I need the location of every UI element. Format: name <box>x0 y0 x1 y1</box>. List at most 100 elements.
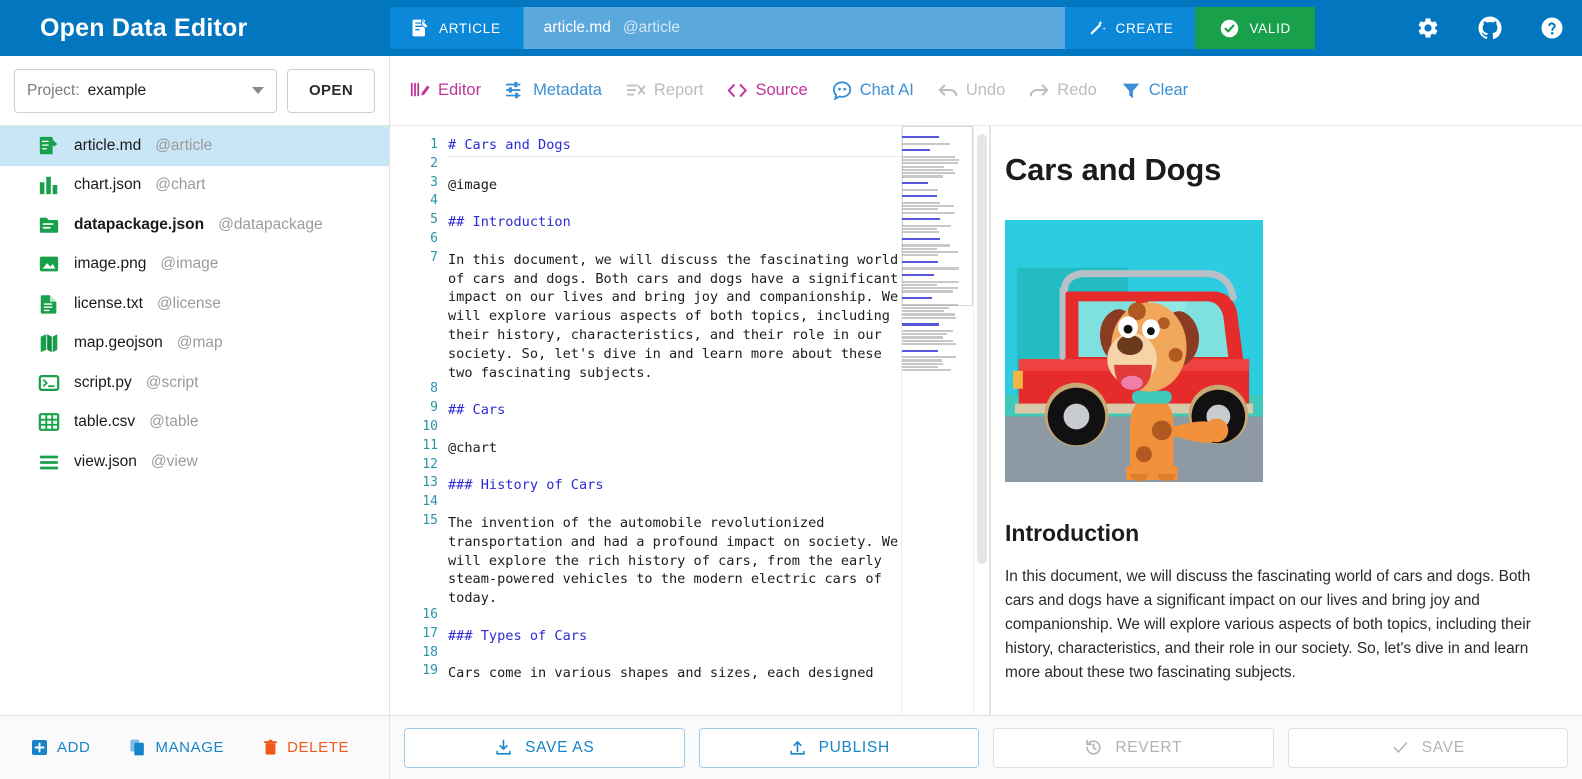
status-badge[interactable]: VALID <box>1195 7 1315 49</box>
file-type-badge[interactable]: ARTICLE <box>390 7 524 49</box>
file-item-ref: @article <box>155 137 212 155</box>
minimap-line <box>902 350 938 352</box>
file-list-item-image-png[interactable]: image.png @image <box>0 245 389 285</box>
file-list-item-datapackage-json[interactable]: datapackage.json @datapackage <box>0 205 389 245</box>
table-file-icon <box>38 411 60 433</box>
minimap-line <box>902 281 959 283</box>
chart-file-icon <box>38 174 60 196</box>
scrollbar-thumb[interactable] <box>977 134 987 564</box>
toolbar-chat-ai-button[interactable]: Chat AI <box>820 71 926 111</box>
editor-toolbar: Editor Metadata Report Source Chat AI Undo Red… <box>390 56 1582 126</box>
sidebar: Project: example OPEN article.md @article… <box>0 56 390 715</box>
code-text[interactable]: # Cars and Dogs @image ## Introduction In t… <box>438 126 901 715</box>
app-header: Open Data Editor ARTICLE article.md @art… <box>0 0 1582 56</box>
file-list-item-map-geojson[interactable]: map.geojson @map <box>0 324 389 364</box>
file-tabstrip: ARTICLE article.md @article CREATE VALID <box>390 7 1315 49</box>
code-line: ### History of Cars <box>448 476 901 495</box>
minimap-line <box>902 212 955 214</box>
save-as-button[interactable]: SAVE AS <box>404 728 685 768</box>
file-item-name: map.geojson <box>74 334 163 352</box>
minimap-line <box>902 202 940 204</box>
add-button[interactable]: ADD <box>30 738 106 757</box>
project-select[interactable]: Project: example <box>14 69 277 113</box>
delete-label: DELETE <box>287 739 349 756</box>
project-value: example <box>88 82 244 100</box>
gear-icon[interactable] <box>1416 16 1440 40</box>
toolbar-item-label: Metadata <box>533 81 602 100</box>
file-list-item-chart-json[interactable]: chart.json @chart <box>0 166 389 206</box>
line-number: 6 <box>390 230 438 249</box>
file-list: article.md @article chart.json @chart datapa… <box>0 126 389 715</box>
code-minimap[interactable] <box>901 126 973 715</box>
file-list-item-license-txt[interactable]: license.txt @license <box>0 284 389 324</box>
file-list-item-view-json[interactable]: view.json @view <box>0 442 389 482</box>
minimap-line <box>902 189 938 191</box>
minimap-line <box>902 330 953 332</box>
file-item-name: datapackage.json <box>74 216 204 234</box>
line-number: 12 <box>390 456 438 475</box>
redo-icon <box>1029 80 1050 101</box>
preview-paragraph-introduction: In this document, we will discuss the fa… <box>1005 565 1532 685</box>
file-item-name: view.json <box>74 453 137 471</box>
toolbar-source-button[interactable]: Source <box>715 71 819 111</box>
download-icon <box>494 738 513 757</box>
minimap-line <box>902 333 947 335</box>
minimap-line <box>902 149 930 151</box>
minimap-line <box>902 310 944 312</box>
file-list-item-table-csv[interactable]: table.csv @table <box>0 403 389 443</box>
minimap-line <box>902 205 954 207</box>
manage-label: MANAGE <box>155 739 224 756</box>
line-number: 16 <box>390 606 438 625</box>
file-ref-text: @article <box>623 19 680 37</box>
minimap-line <box>902 159 959 161</box>
minimap-line <box>902 143 950 145</box>
help-icon[interactable] <box>1540 16 1564 40</box>
file-list-item-article-md[interactable]: article.md @article <box>0 126 389 166</box>
create-button[interactable]: CREATE <box>1065 7 1196 49</box>
toolbar-metadata-button[interactable]: Metadata <box>493 71 614 111</box>
file-item-ref: @image <box>160 255 218 273</box>
github-icon[interactable] <box>1478 16 1502 40</box>
code-line <box>448 458 901 477</box>
script-file-icon <box>38 372 60 394</box>
delete-button[interactable]: DELETE <box>262 738 365 757</box>
minimap-line <box>902 162 958 164</box>
minimap-line <box>902 156 955 158</box>
revert-button: REVERT <box>993 728 1274 768</box>
editor-icon <box>410 80 431 101</box>
toolbar-item-label: Clear <box>1149 81 1188 100</box>
toolbar-clear-button[interactable]: Clear <box>1109 71 1200 111</box>
minimap-line <box>902 251 958 253</box>
toolbar-item-label: Redo <box>1057 81 1096 100</box>
toolbar-editor-button[interactable]: Editor <box>398 71 493 111</box>
line-number: 5 <box>390 211 438 230</box>
code-line: ### Types of Cars <box>448 627 901 646</box>
document-actions: SAVE AS PUBLISH REVERT SAVE <box>390 716 1582 779</box>
minimap-line <box>902 297 932 299</box>
line-number: 10 <box>390 418 438 437</box>
file-name-field[interactable]: article.md @article <box>524 7 1065 49</box>
file-item-ref: @map <box>177 334 223 352</box>
line-number: 1 <box>390 136 438 155</box>
publish-button[interactable]: PUBLISH <box>699 728 980 768</box>
open-project-button[interactable]: OPEN <box>287 69 375 113</box>
minimap-line <box>902 267 959 269</box>
line-number: 3 <box>390 174 438 193</box>
file-list-item-script-py[interactable]: script.py @script <box>0 363 389 403</box>
save-button: SAVE <box>1288 728 1569 768</box>
chevron-down-icon <box>252 87 264 94</box>
file-item-name: license.txt <box>74 295 143 313</box>
code-line: @image <box>448 176 901 195</box>
line-number: 18 <box>390 644 438 663</box>
main-content: Project: example OPEN article.md @article… <box>0 56 1582 715</box>
code-editor[interactable]: 1 2 3 4 5 6 7 8 9 10 11 12 13 14 15 16 17 18 19 # Cars and… <box>390 126 990 715</box>
code-line <box>448 608 901 627</box>
manage-button[interactable]: MANAGE <box>128 738 240 757</box>
markdown-file-icon <box>38 135 60 157</box>
file-item-name: table.csv <box>74 413 135 431</box>
project-bar: Project: example OPEN <box>0 56 389 126</box>
minimap-line <box>902 225 951 227</box>
minimap-line <box>902 343 956 345</box>
editor-scrollbar[interactable] <box>973 126 989 715</box>
toolbar-undo-button: Undo <box>926 71 1017 111</box>
